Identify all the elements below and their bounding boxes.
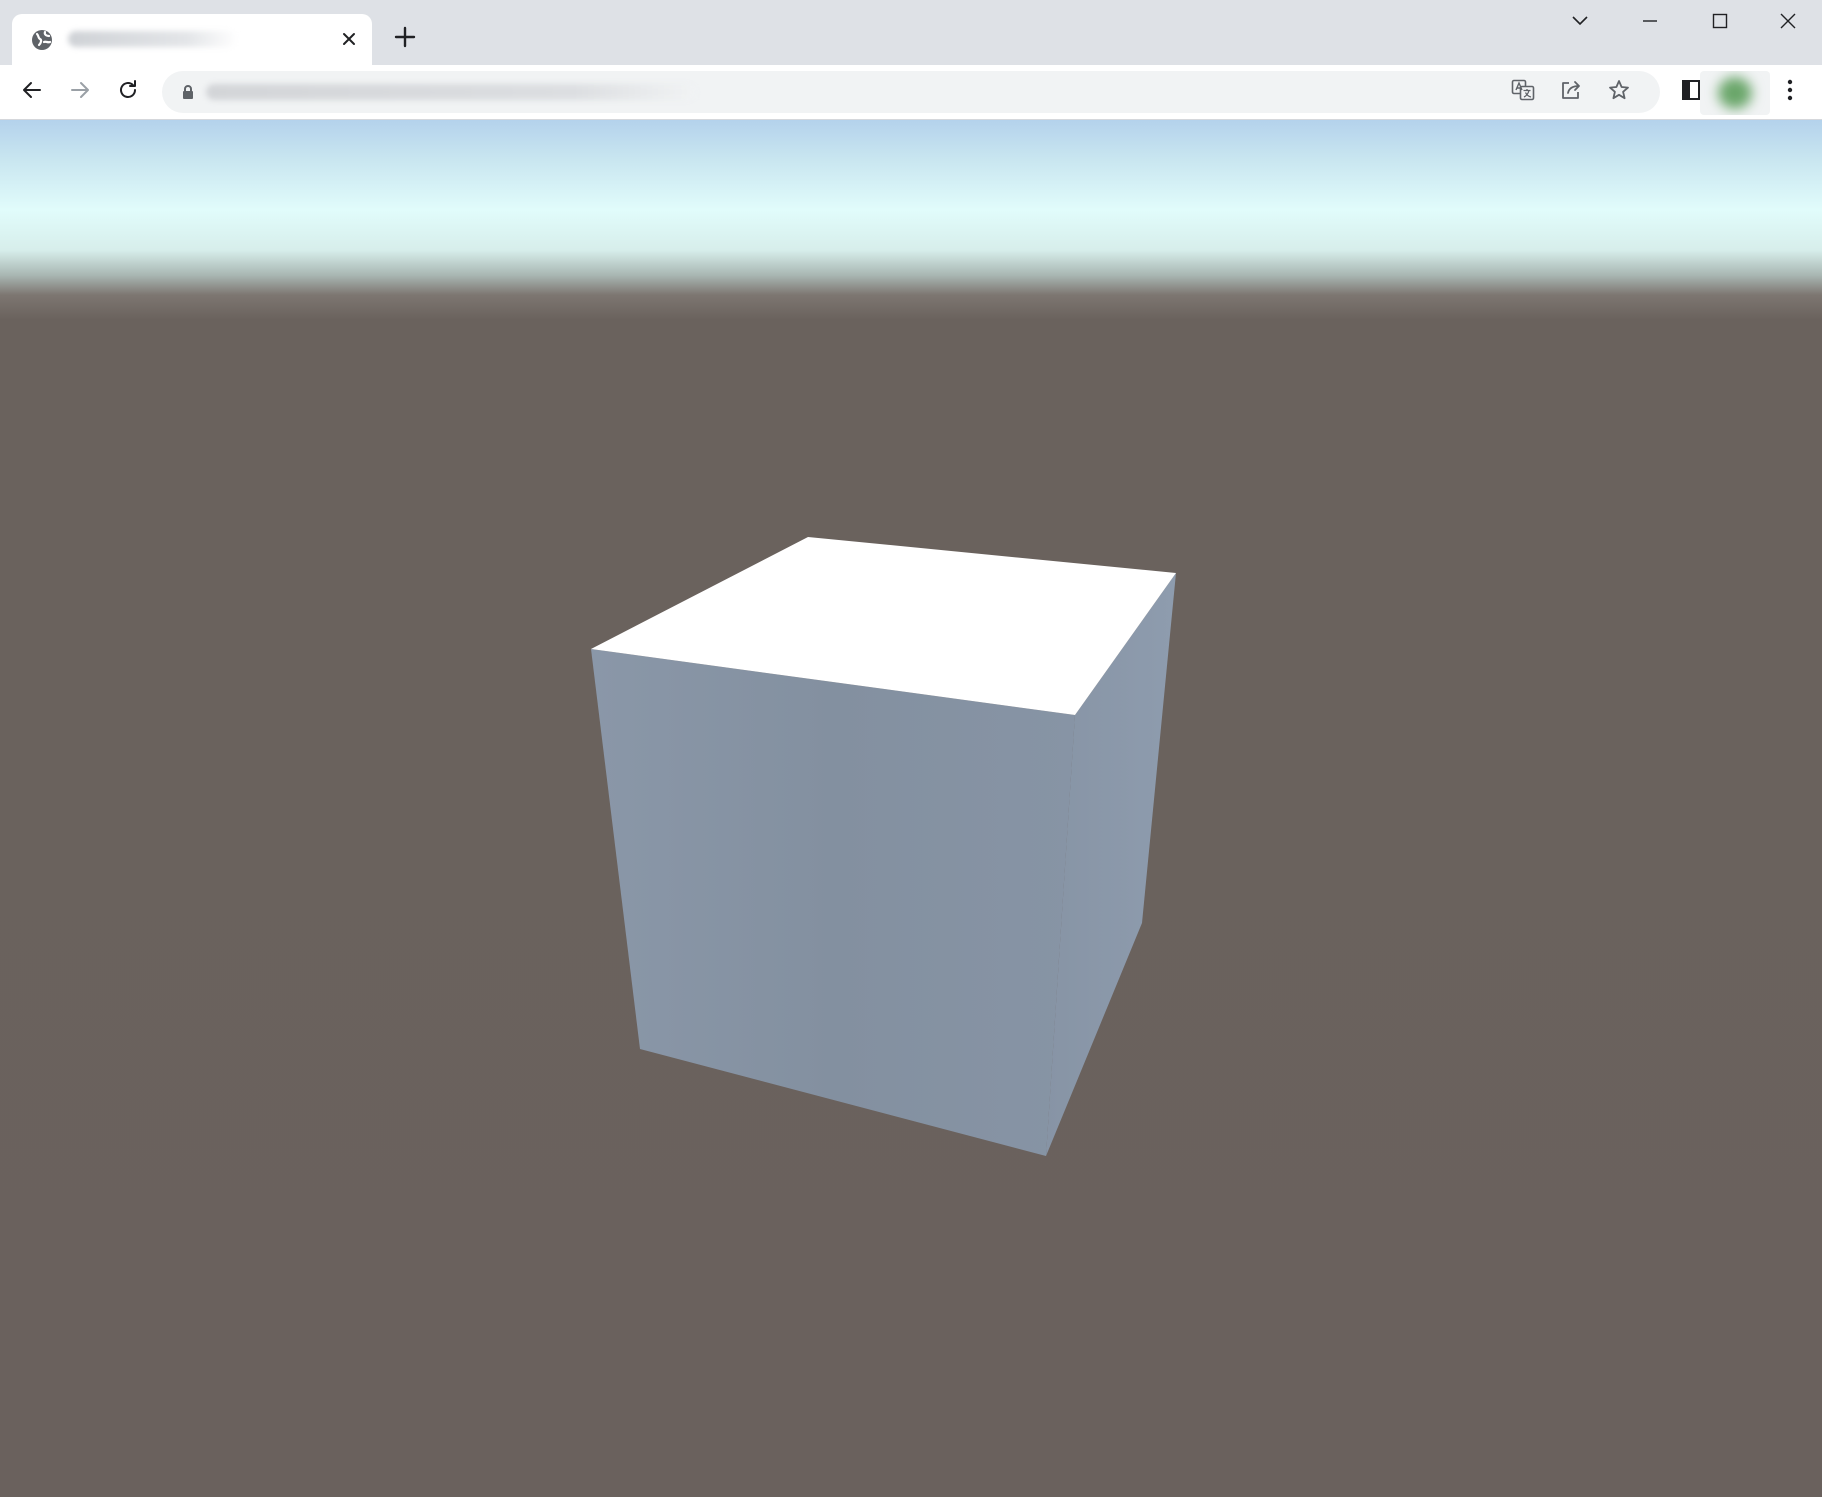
- bookmark-button[interactable]: [1602, 75, 1636, 109]
- close-icon[interactable]: [336, 26, 362, 52]
- forward-button[interactable]: [62, 74, 98, 110]
- scene-svg: [591, 537, 1176, 1156]
- translate-button[interactable]: [1506, 75, 1540, 109]
- back-button[interactable]: [14, 74, 50, 110]
- tab-search-button[interactable]: [1548, 0, 1612, 46]
- minimize-icon: [1642, 13, 1658, 34]
- browser-window: [0, 0, 1822, 1497]
- reload-icon: [117, 79, 139, 106]
- address-bar[interactable]: [162, 71, 1660, 113]
- share-button[interactable]: [1554, 75, 1588, 109]
- translate-icon: [1511, 78, 1535, 107]
- profile-avatar[interactable]: [1700, 71, 1770, 115]
- cube-front-face: [591, 649, 1075, 1156]
- close-icon: [1779, 12, 1797, 35]
- side-panel-icon: [1681, 79, 1701, 106]
- lock-icon[interactable]: [180, 84, 196, 100]
- maximize-icon: [1712, 13, 1728, 34]
- new-tab-button[interactable]: [390, 24, 420, 54]
- star-icon: [1607, 78, 1631, 107]
- reload-button[interactable]: [110, 74, 146, 110]
- tab-search-icon: [1571, 14, 1589, 32]
- kebab-menu-icon: [1786, 79, 1794, 106]
- maximize-button[interactable]: [1688, 0, 1752, 46]
- url-text[interactable]: [206, 84, 696, 100]
- share-icon: [1559, 78, 1583, 107]
- avatar-image: [1718, 77, 1752, 109]
- browser-toolbar: [0, 65, 1822, 120]
- minimize-button[interactable]: [1618, 0, 1682, 46]
- webgl-canvas[interactable]: [0, 120, 1822, 1497]
- arrow-right-icon: [69, 79, 91, 106]
- arrow-left-icon: [21, 79, 43, 106]
- plus-icon: [394, 26, 416, 53]
- menu-button[interactable]: [1772, 74, 1808, 110]
- tab-strip: [0, 0, 1822, 65]
- tab-title: [68, 31, 238, 47]
- browser-tab[interactable]: [12, 14, 372, 65]
- window-close-button[interactable]: [1756, 0, 1820, 46]
- globe-icon: [30, 28, 54, 52]
